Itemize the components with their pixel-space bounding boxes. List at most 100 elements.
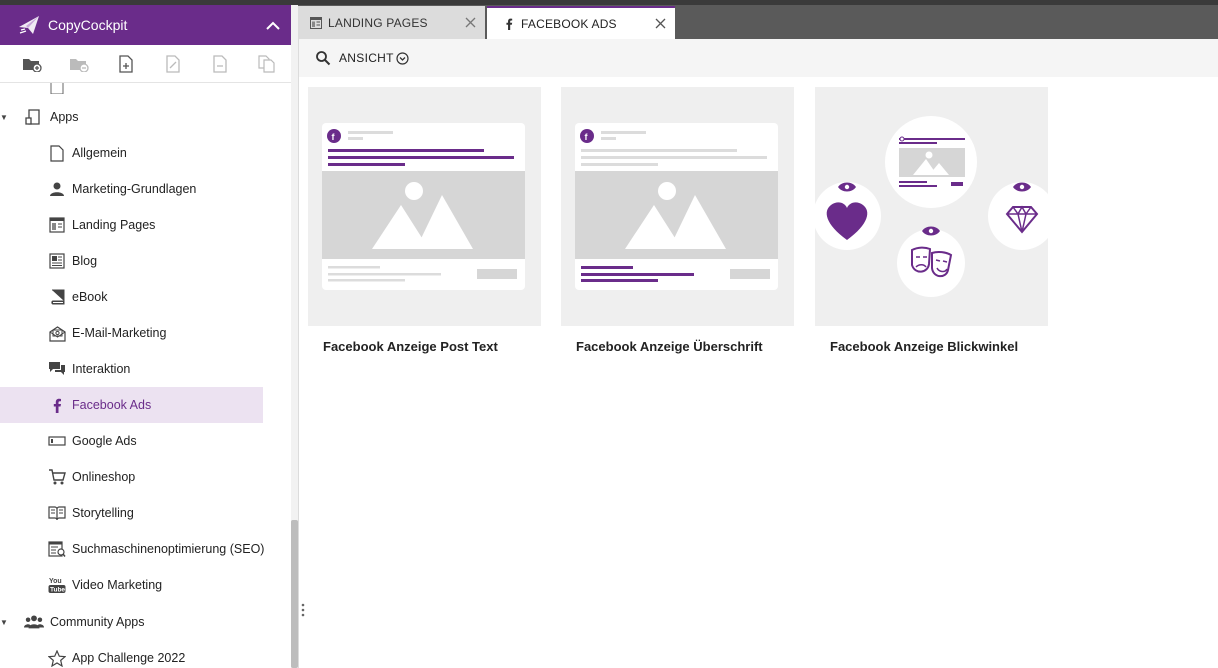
chevron-down-circle-icon — [396, 51, 409, 65]
sidebar-toolbar — [0, 45, 291, 83]
close-tab-button[interactable] — [645, 7, 675, 40]
card-facebook-anzeige-post-text[interactable]: f Facebook Anzeige Post Text — [308, 87, 541, 354]
card-thumbnail: f — [308, 87, 541, 326]
duplicate-document-button[interactable] — [244, 45, 291, 83]
youtube-icon: You Tube — [48, 576, 66, 594]
sidebar-item-label: eBook — [72, 290, 108, 304]
sidebar-item-seo[interactable]: Suchmaschinenoptimierung (SEO) — [0, 531, 291, 567]
sidebar-item-marketing-grundlagen[interactable]: Marketing-Grundlagen — [0, 171, 291, 207]
sidebar-item-onlineshop[interactable]: Onlineshop — [0, 459, 291, 495]
new-document-icon — [119, 54, 133, 73]
sidebar-item-ebook[interactable]: eBook — [0, 279, 291, 315]
email-icon — [48, 324, 66, 342]
view-dropdown[interactable]: ANSICHT — [339, 51, 409, 65]
document-icon — [48, 144, 66, 162]
new-document-button[interactable] — [102, 45, 149, 83]
svg-text:You: You — [49, 578, 62, 585]
sidebar-item-label: Interaktion — [72, 362, 131, 376]
sidebar-item-app-challenge-2022[interactable]: App Challenge 2022 — [0, 640, 291, 668]
card-title: Facebook Anzeige Post Text — [323, 339, 498, 354]
duplicate-document-icon — [258, 54, 276, 73]
delete-folder-icon — [69, 58, 89, 72]
tab-bar: LANDING PAGES FACEBOOK ADS — [298, 5, 1218, 39]
sidebar-item-label: Marketing-Grundlagen — [72, 182, 197, 196]
close-icon — [655, 18, 665, 29]
sidebar-item-e-mail-marketing[interactable]: E-Mail-Marketing — [0, 315, 291, 351]
tab-facebook-ads[interactable]: FACEBOOK ADS — [487, 6, 675, 39]
ad-banner-icon — [48, 432, 66, 450]
svg-text:Tube: Tube — [50, 587, 65, 594]
landing-page-icon — [310, 16, 322, 29]
app-header: CopyCockpit — [0, 5, 291, 45]
sidebar-item-allgemein[interactable]: Allgemein — [0, 135, 291, 171]
sidebar-item-label: Facebook Ads — [72, 398, 152, 412]
tree-category-label: Apps — [50, 110, 79, 124]
card-thumbnail — [813, 87, 1056, 326]
tab-label: LANDING PAGES — [328, 15, 428, 30]
sidebar-item-label: Landing Pages — [72, 218, 156, 232]
sidebar-item-interaktion[interactable]: Interaktion — [0, 351, 291, 387]
card-thumbnail: f — [561, 87, 794, 326]
tree-category-community-apps[interactable]: ▼ Community Apps — [0, 604, 291, 640]
facebook-post-illustration: f — [322, 123, 525, 290]
search-icon[interactable] — [315, 50, 331, 66]
sidebar-item-label: Blog — [72, 254, 98, 268]
landing-page-icon — [48, 216, 66, 234]
chat-icon — [48, 360, 66, 378]
apps-icon — [24, 107, 44, 127]
perspective-illustration — [813, 116, 1056, 297]
copy-document-icon — [166, 54, 180, 73]
caret-down-icon[interactable]: ▼ — [0, 113, 10, 122]
collapse-sidebar-button[interactable] — [255, 5, 291, 45]
star-icon — [48, 649, 66, 667]
sidebar-item-landing-pages[interactable]: Landing Pages — [0, 207, 291, 243]
facebook-headline-illustration: f — [575, 123, 778, 290]
content-toolbar: ANSICHT — [299, 39, 1218, 77]
tab-label: FACEBOOK ADS — [521, 16, 617, 31]
view-label: ANSICHT — [339, 51, 394, 65]
caret-down-icon[interactable]: ▼ — [0, 618, 10, 627]
ebook-icon — [48, 288, 66, 306]
tab-landing-pages[interactable]: LANDING PAGES — [298, 6, 485, 39]
sidebar-item-storytelling[interactable]: Storytelling — [0, 495, 291, 531]
facebook-icon — [503, 18, 515, 30]
sidebar-item-label: Suchmaschinenoptimierung (SEO) — [72, 542, 265, 556]
sidebar-item-label: App Challenge 2022 — [72, 651, 186, 665]
close-tab-button[interactable] — [455, 6, 485, 39]
sidebar: CopyCockpit ▼ Apps Allgemein Marketing-G… — [0, 5, 291, 668]
copy-document-button[interactable] — [150, 45, 197, 83]
tree-category-apps[interactable]: ▼ Apps — [0, 99, 291, 135]
delete-folder-button[interactable] — [55, 45, 102, 83]
sidebar-item-google-ads[interactable]: Google Ads — [0, 423, 291, 459]
sidebar-item-label: Google Ads — [72, 434, 137, 448]
sidebar-scrollbar[interactable] — [291, 5, 298, 668]
card-title: Facebook Anzeige Überschrift — [576, 339, 763, 354]
seo-icon — [48, 540, 66, 558]
facebook-icon — [48, 396, 66, 414]
sidebar-item-label: E-Mail-Marketing — [72, 326, 167, 340]
tree-category-label: Community Apps — [50, 615, 145, 629]
cart-icon — [48, 468, 66, 486]
person-icon — [48, 180, 66, 198]
close-icon — [465, 17, 475, 28]
resize-grip-icon[interactable] — [300, 603, 306, 617]
remove-document-icon — [213, 54, 227, 73]
sidebar-item-label: Storytelling — [72, 506, 134, 520]
chevron-up-icon — [266, 21, 280, 30]
sidebar-item-label: Video Marketing — [72, 578, 163, 592]
card-title: Facebook Anzeige Blickwinkel — [830, 339, 1019, 354]
panel-divider — [298, 39, 299, 668]
sidebar-item-facebook-ads[interactable]: Facebook Ads — [0, 387, 263, 423]
sidebar-item-label: Onlineshop — [72, 470, 136, 484]
sidebar-item-label: Allgemein — [72, 146, 127, 160]
tree-row-partial — [0, 83, 291, 94]
card-facebook-anzeige-blickwinkel[interactable]: Facebook Anzeige Blickwinkel — [813, 87, 1056, 354]
blog-icon — [48, 252, 66, 270]
card-facebook-anzeige-ueberschrift[interactable]: f Facebook Anzeige Überschrift — [561, 87, 794, 354]
new-folder-button[interactable] — [8, 45, 55, 83]
remove-document-button[interactable] — [197, 45, 244, 83]
sidebar-item-blog[interactable]: Blog — [0, 243, 291, 279]
scrollbar-thumb[interactable] — [291, 520, 298, 668]
open-book-icon — [48, 504, 66, 522]
sidebar-item-video-marketing[interactable]: You Tube Video Marketing — [0, 567, 291, 603]
